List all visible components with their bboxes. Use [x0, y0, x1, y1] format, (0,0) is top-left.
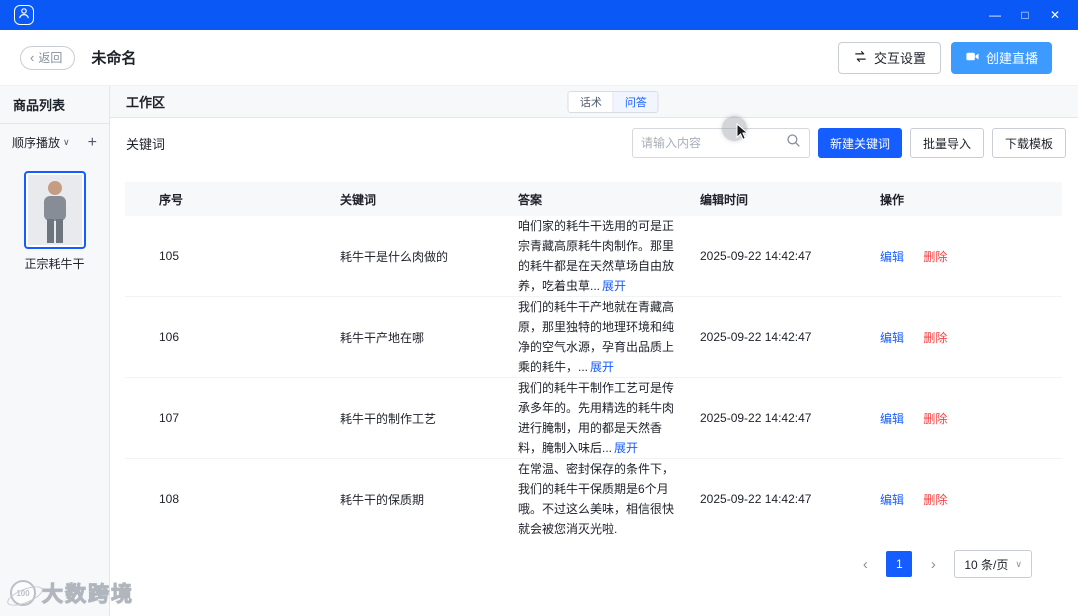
- user-icon: [18, 6, 30, 24]
- row-id: 107: [159, 411, 180, 425]
- column-header-keyword: 关键词: [340, 192, 377, 207]
- batch-import-button[interactable]: 批量导入: [909, 128, 984, 158]
- per-page-value: 10 条/页: [964, 557, 1009, 572]
- search-input[interactable]: [640, 136, 786, 150]
- tab-script[interactable]: 话术: [568, 91, 613, 112]
- chevron-down-icon: ∨: [63, 137, 70, 147]
- body-layout: 商品列表 顺序播放 ∨ + 正宗耗牛干 工作区 话术 问答 关键词 请输入内容 …: [0, 86, 1078, 616]
- answer-text: 咱们家的耗牛干选用的可是正宗青藏高原耗牛肉制作。那里的耗牛都是在天然草场自由放养…: [518, 219, 675, 293]
- table-body: 105 耗牛干是什么肉做的 咱们家的耗牛干选用的可是正宗青藏高原耗牛肉制作。那里…: [125, 216, 1062, 536]
- next-page-icon[interactable]: ›: [922, 556, 944, 573]
- pagination: ‹ 1 › 10 条/页 ∨: [125, 536, 1062, 578]
- expand-link[interactable]: 展开: [614, 441, 638, 455]
- search-icon[interactable]: [786, 133, 801, 153]
- row-time: 2025-09-22 14:42:47: [700, 330, 812, 344]
- app-header: ‹ 返回 未命名 交互设置 创建直播: [0, 30, 1078, 86]
- column-header-id: 序号: [159, 192, 184, 207]
- per-page-select[interactable]: 10 条/页 ∨: [954, 550, 1032, 578]
- product-presenter-image: [27, 175, 82, 245]
- answer-text: 我们的耗牛干制作工艺可是传承多年的。先用精选的耗牛肉进行腌制，用的都是天然香料，…: [518, 381, 675, 455]
- keyword-section-label: 关键词: [126, 136, 166, 152]
- delete-link[interactable]: 删除: [923, 250, 947, 264]
- table-header-row: 序号 关键词 答案 编辑时间 操作: [125, 182, 1062, 216]
- table-row: 106 耗牛干产地在哪 我们的耗牛干产地就在青藏高原，那里独特的地理环境和纯净的…: [125, 297, 1062, 378]
- delete-link[interactable]: 删除: [923, 493, 947, 507]
- row-actions: 编辑 删除: [870, 410, 1062, 427]
- interaction-settings-label: 交互设置: [873, 51, 926, 66]
- answer-text: 在常温、密封保存的条件下，我们的耗牛干保质期是6个月哦。不过这么美味，相信很快就…: [518, 462, 675, 536]
- window-controls: — □ ✕: [980, 2, 1070, 28]
- add-product-button[interactable]: +: [88, 134, 97, 151]
- row-time: 2025-09-22 14:42:47: [700, 249, 812, 263]
- mouse-cursor: [736, 122, 749, 146]
- mode-segmented-control: 话术 问答: [567, 90, 659, 113]
- minimize-icon: —: [989, 8, 1001, 22]
- delete-link[interactable]: 删除: [923, 412, 947, 426]
- product-card[interactable]: [23, 171, 86, 249]
- video-icon: [965, 49, 980, 67]
- interaction-settings-button[interactable]: 交互设置: [837, 41, 941, 74]
- table-row: 105 耗牛干是什么肉做的 咱们家的耗牛干选用的可是正宗青藏高原耗牛肉制作。那里…: [125, 216, 1062, 297]
- header-actions: 交互设置 创建直播: [837, 41, 1052, 74]
- prev-page-icon[interactable]: ‹: [854, 556, 876, 573]
- minimize-button[interactable]: —: [980, 2, 1010, 28]
- expand-link[interactable]: 展开: [602, 279, 626, 293]
- row-time: 2025-09-22 14:42:47: [700, 492, 812, 506]
- account-button[interactable]: [14, 5, 34, 25]
- table-row: 108 耗牛干的保质期 在常温、密封保存的条件下，我们的耗牛干保质期是6个月哦。…: [125, 459, 1062, 536]
- table-row: 107 耗牛干的制作工艺 我们的耗牛干制作工艺可是传承多年的。先用精选的耗牛肉进…: [125, 378, 1062, 459]
- row-keyword: 耗牛干的保质期: [340, 492, 425, 507]
- create-live-button[interactable]: 创建直播: [950, 41, 1052, 74]
- keyword-toolbar: 关键词 新建关键词 批量导入 下载模板: [110, 118, 1078, 168]
- os-titlebar: — □ ✕: [0, 0, 1078, 30]
- workspace-title: 工作区: [126, 95, 166, 110]
- page-title: 未命名: [91, 50, 137, 67]
- keyword-table: 序号 关键词 答案 编辑时间 操作 105 耗牛干是什么肉做的 咱们家的耗牛干选…: [125, 182, 1062, 536]
- maximize-button[interactable]: □: [1010, 2, 1040, 28]
- search-box: [631, 128, 810, 158]
- workspace-main: 工作区 话术 问答 关键词 新建关键词 批量导入 下载模板: [110, 86, 1078, 616]
- expand-link[interactable]: 展开: [590, 360, 614, 374]
- back-button-label: 返回: [38, 51, 63, 65]
- workspace-header: 工作区 话术 问答: [110, 86, 1078, 118]
- row-id: 106: [159, 330, 180, 344]
- back-chevron-icon: ‹: [30, 50, 35, 65]
- row-id: 108: [159, 492, 180, 506]
- row-time: 2025-09-22 14:42:47: [700, 411, 812, 425]
- close-button[interactable]: ✕: [1040, 2, 1070, 28]
- edit-link[interactable]: 编辑: [880, 331, 904, 345]
- sidebar-title: 商品列表: [0, 86, 109, 124]
- download-template-button[interactable]: 下载模板: [991, 128, 1066, 158]
- edit-link[interactable]: 编辑: [880, 250, 904, 264]
- row-id: 105: [159, 249, 180, 263]
- interaction-icon: [853, 49, 868, 67]
- play-mode-dropdown[interactable]: 顺序播放 ∨ +: [0, 124, 109, 161]
- column-header-time: 编辑时间: [700, 192, 749, 207]
- row-keyword: 耗牛干产地在哪: [340, 330, 425, 345]
- column-header-answer: 答案: [518, 192, 543, 207]
- edit-link[interactable]: 编辑: [880, 412, 904, 426]
- product-sidebar: 商品列表 顺序播放 ∨ + 正宗耗牛干: [0, 86, 110, 616]
- app-window: { "colors": { "titlebar": "#0A59F7", "pr…: [0, 0, 1078, 616]
- play-mode-label: 顺序播放: [12, 136, 61, 150]
- product-name: 正宗耗牛干: [24, 257, 85, 271]
- row-keyword: 耗牛干的制作工艺: [340, 411, 437, 426]
- back-button[interactable]: ‹ 返回: [20, 45, 76, 70]
- row-actions: 编辑 删除: [870, 491, 1062, 508]
- delete-link[interactable]: 删除: [923, 331, 947, 345]
- maximize-icon: □: [1021, 8, 1029, 22]
- edit-link[interactable]: 编辑: [880, 493, 904, 507]
- new-keyword-button[interactable]: 新建关键词: [817, 128, 902, 158]
- create-live-label: 创建直播: [985, 51, 1038, 66]
- close-icon: ✕: [1049, 8, 1061, 22]
- tab-qa[interactable]: 问答: [612, 91, 658, 112]
- column-header-actions: 操作: [880, 192, 905, 207]
- row-keyword: 耗牛干是什么肉做的: [340, 249, 449, 264]
- row-actions: 编辑 删除: [870, 248, 1062, 265]
- page-number-button[interactable]: 1: [886, 551, 913, 577]
- chevron-down-icon: ∨: [1015, 558, 1022, 569]
- table-content: 序号 关键词 答案 编辑时间 操作 105 耗牛干是什么肉做的 咱们家的耗牛干选…: [110, 168, 1078, 616]
- row-actions: 编辑 删除: [870, 329, 1062, 346]
